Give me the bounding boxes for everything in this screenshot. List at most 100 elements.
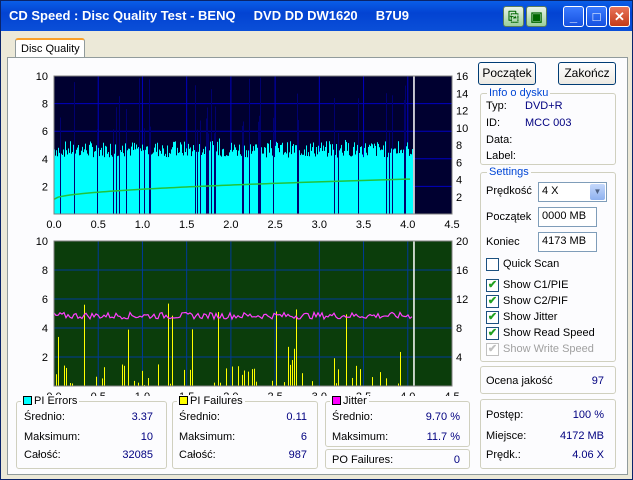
show-read-speed-checkbox[interactable]: ✔ xyxy=(486,327,499,340)
end-position-input[interactable]: 4173 MB xyxy=(538,232,597,252)
x-tick-label: 0.0 xyxy=(46,219,61,231)
pie-bar xyxy=(102,155,103,214)
pif-bar xyxy=(66,367,67,386)
show-c2-checkbox[interactable]: ✔ xyxy=(486,295,499,308)
pie-bar xyxy=(232,151,233,214)
y-left-tick-label: 4 xyxy=(42,154,48,166)
pif-bar xyxy=(386,378,387,386)
pif-bar xyxy=(338,369,339,386)
pie-bar xyxy=(236,149,237,214)
pie-total-label: Całość: xyxy=(24,449,61,461)
pie-max-label: Maksimum: xyxy=(24,431,81,443)
pie-bar xyxy=(309,156,310,214)
pie-bar xyxy=(257,147,258,214)
copy-icon[interactable]: ⎘ xyxy=(503,6,524,27)
pif-bar xyxy=(252,369,253,386)
pie-bar xyxy=(72,152,73,214)
pif-avg-value: 0.11 xyxy=(286,411,307,423)
start-button[interactable]: Początek xyxy=(478,62,536,85)
y-right-tick-label: 10 xyxy=(456,123,468,135)
pie-bar xyxy=(141,151,142,214)
close-button[interactable]: ✕ xyxy=(609,6,630,27)
pie-bar xyxy=(104,157,105,214)
start-position-input[interactable]: 0000 MB xyxy=(538,207,597,227)
show-write-speed-checkbox: ✔ xyxy=(486,343,499,356)
pie-bar xyxy=(214,133,215,214)
pie-bar xyxy=(223,148,224,214)
y-right-tick-label: 2 xyxy=(456,192,462,204)
pif-bar xyxy=(290,364,291,386)
save-icon[interactable]: ▣ xyxy=(526,6,547,27)
pie-max-value: 10 xyxy=(140,431,153,443)
pie-bar xyxy=(345,139,346,214)
pie-bar xyxy=(148,154,149,214)
pie-bar xyxy=(217,141,218,214)
pie-bar xyxy=(184,141,185,214)
pif-bar xyxy=(84,304,85,386)
quality-label: Ocena jakość xyxy=(486,375,553,387)
pif-bar xyxy=(56,374,57,386)
pif-bar xyxy=(226,368,227,386)
pie-bar xyxy=(351,156,352,214)
pie-bar xyxy=(93,157,94,214)
pie-bar xyxy=(252,151,253,214)
pie-bar xyxy=(302,154,303,214)
pie-bar xyxy=(249,78,250,214)
pif-bar xyxy=(168,303,169,386)
pie-bar xyxy=(380,150,381,214)
pif-bar xyxy=(242,374,243,386)
pif-bar xyxy=(148,378,149,386)
pie-bar xyxy=(186,148,187,214)
pie-bar xyxy=(266,157,267,214)
pie-bar xyxy=(202,152,203,214)
pie-bar xyxy=(405,85,406,214)
pie-bar xyxy=(176,155,177,214)
pie-bar xyxy=(124,156,125,214)
speed-value: 4 X xyxy=(542,185,559,197)
show-c1-checkbox[interactable]: ✔ xyxy=(486,279,499,292)
app-window: CD Speed : Disc Quality Test - BENQ DVD … xyxy=(0,0,633,480)
show-jitter-checkbox[interactable]: ✔ xyxy=(486,311,499,324)
pie-bar xyxy=(149,79,150,214)
chevron-down-icon[interactable]: ▼ xyxy=(590,184,605,200)
pie-bar xyxy=(400,150,401,214)
po-failures-label: PO Failures: xyxy=(332,454,394,466)
pie-bar xyxy=(412,149,413,214)
pif-bar xyxy=(334,358,335,386)
pif-bar xyxy=(356,365,357,386)
tab-disc-quality[interactable]: Disc Quality xyxy=(15,38,85,58)
pie-bar xyxy=(287,142,288,214)
y-right-tick-label: 14 xyxy=(456,88,468,100)
pie-bar xyxy=(152,153,153,214)
x-tick-label: 4.0 xyxy=(400,391,415,396)
pie-bar xyxy=(248,150,249,214)
pie-bar xyxy=(300,155,301,214)
pie-bar xyxy=(122,145,123,214)
settings-title: Settings xyxy=(487,166,531,178)
pie-bar xyxy=(392,95,393,214)
speed-select[interactable]: 4 X ▼ xyxy=(538,182,607,202)
pie-bar xyxy=(183,155,184,214)
pie-bar xyxy=(177,147,178,214)
pie-bar xyxy=(195,85,196,214)
pie-bar xyxy=(87,153,88,214)
maximize-button[interactable]: □ xyxy=(586,6,607,27)
pie-bar xyxy=(256,144,257,214)
pie-bar xyxy=(397,153,398,214)
pie-bar xyxy=(83,152,84,214)
pie-bar xyxy=(79,155,80,214)
pif-bar xyxy=(312,381,313,386)
quick-scan-checkbox[interactable] xyxy=(486,258,499,271)
y-left-tick-label: 10 xyxy=(36,71,48,83)
pie-bar xyxy=(376,155,377,214)
pie-bar xyxy=(156,151,157,214)
pie-bar xyxy=(318,145,319,214)
pie-bar xyxy=(229,152,230,214)
pie-bar xyxy=(116,107,117,214)
pie-bar xyxy=(260,77,261,214)
pie-bar xyxy=(365,143,366,214)
finish-button[interactable]: Zakończ xyxy=(558,62,616,85)
pif-bar xyxy=(254,368,255,386)
pi-failures-title: PI Failures xyxy=(177,395,245,407)
minimize-button[interactable]: _ xyxy=(563,6,584,27)
